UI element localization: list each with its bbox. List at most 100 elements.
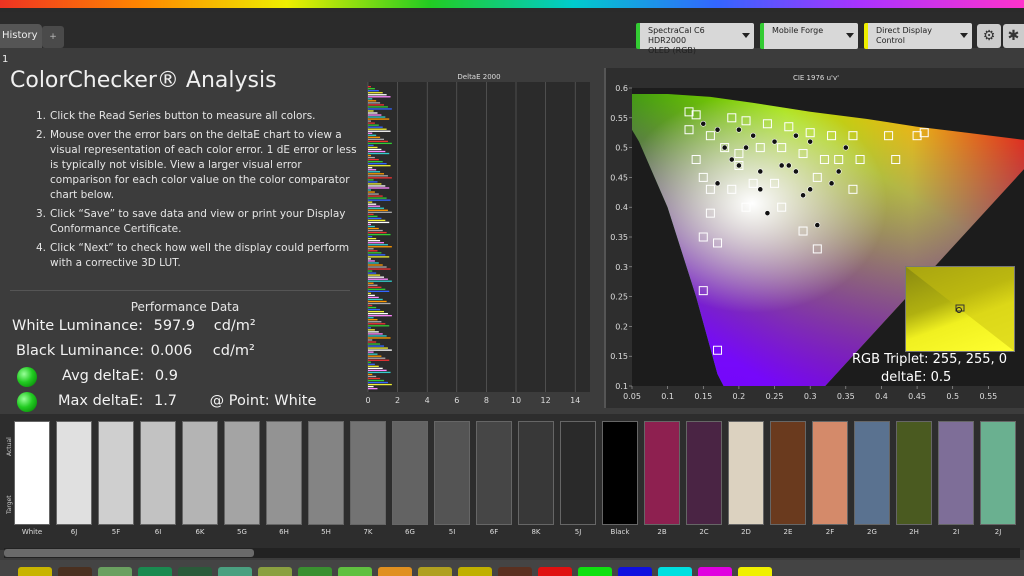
bottom-color-chip[interactable] — [698, 567, 732, 576]
deltae-bar[interactable] — [368, 223, 371, 226]
deltae-bar[interactable] — [368, 345, 385, 347]
deltae-bar[interactable] — [368, 197, 387, 199]
deltae-bar[interactable] — [368, 337, 391, 339]
color-patch[interactable] — [350, 421, 386, 525]
deltae-bar[interactable] — [368, 195, 383, 197]
deltae-bar[interactable] — [368, 156, 375, 159]
add-tab-button[interactable]: + — [42, 26, 64, 48]
deltae-bar[interactable] — [368, 323, 386, 325]
deltae-bar[interactable] — [368, 96, 391, 98]
color-patch[interactable] — [602, 421, 638, 525]
bottom-color-chip[interactable] — [738, 567, 772, 576]
deltae-bar[interactable] — [368, 272, 377, 274]
deltae-bar[interactable] — [368, 359, 390, 361]
deltae-bar[interactable] — [368, 278, 388, 280]
bottom-color-chip[interactable] — [578, 567, 612, 576]
deltae-bar[interactable] — [368, 171, 381, 173]
meter-dropdown[interactable]: SpectraCal C6 HDR2000 OLED (RGB) — [636, 23, 754, 55]
deltae-bar[interactable] — [368, 154, 371, 157]
deltae-bar[interactable] — [368, 177, 392, 179]
deltae-bar[interactable] — [368, 347, 388, 349]
deltae-bar[interactable] — [368, 240, 381, 242]
deltae-bar[interactable] — [368, 235, 373, 238]
deltae-bar[interactable] — [368, 86, 371, 88]
deltae-bar[interactable] — [368, 325, 390, 327]
pattern-source-dropdown[interactable]: Mobile Forge — [760, 23, 858, 49]
deltae-bar[interactable] — [368, 231, 387, 234]
deltae-bar[interactable] — [368, 211, 392, 213]
deltae-bar[interactable] — [368, 118, 390, 120]
deltae-bar[interactable] — [368, 250, 378, 252]
color-patch[interactable] — [560, 421, 596, 525]
deltae-bar[interactable] — [368, 282, 374, 284]
deltae-bar[interactable] — [368, 306, 377, 309]
deltae-bar[interactable] — [368, 280, 392, 282]
deltae-bar[interactable] — [368, 256, 390, 258]
deltae-bar[interactable] — [368, 106, 388, 108]
deltae-bar[interactable] — [368, 209, 388, 211]
deltae-bar[interactable] — [368, 367, 383, 370]
deltae-bar[interactable] — [368, 110, 374, 112]
deltae-bar[interactable] — [368, 179, 374, 181]
deltae-bar[interactable] — [368, 302, 391, 305]
deltae-bar[interactable] — [368, 331, 379, 333]
deltae-chart[interactable]: DeltaE 2000 0 2 4 6 8 10 12 14 — [364, 70, 594, 408]
color-patch[interactable] — [182, 421, 218, 525]
bottom-color-chip[interactable] — [58, 567, 92, 576]
bottom-color-chip[interactable] — [618, 567, 652, 576]
deltae-bar[interactable] — [368, 304, 373, 307]
deltae-bar[interactable] — [368, 274, 381, 276]
deltae-bar[interactable] — [368, 357, 386, 359]
deltae-bar[interactable] — [368, 213, 374, 215]
deltae-bar[interactable] — [368, 94, 387, 96]
deltae-bar[interactable] — [368, 102, 381, 104]
color-patch[interactable] — [854, 421, 890, 525]
bottom-color-chip[interactable] — [498, 567, 532, 576]
deltae-bar[interactable] — [368, 100, 377, 102]
deltae-bar[interactable] — [368, 264, 383, 266]
deltae-bar[interactable] — [368, 276, 385, 278]
color-patch[interactable] — [434, 421, 470, 525]
deltae-bar[interactable] — [368, 329, 375, 331]
color-patch[interactable] — [812, 421, 848, 525]
deltae-bar[interactable] — [368, 341, 377, 343]
bottom-color-chip[interactable] — [378, 567, 412, 576]
deltae-bar[interactable] — [368, 292, 371, 295]
bottom-color-chip[interactable] — [658, 567, 692, 576]
deltae-bar[interactable] — [368, 268, 391, 270]
deltae-bar[interactable] — [368, 365, 379, 367]
deltae-bar[interactable] — [368, 351, 374, 353]
deltae-bar[interactable] — [368, 142, 392, 145]
deltae-bar[interactable] — [368, 150, 386, 153]
deltae-bar[interactable] — [368, 158, 379, 161]
deltae-bar[interactable] — [368, 248, 374, 250]
deltae-bar[interactable] — [368, 215, 378, 218]
tab-history-1[interactable]: History 1 — [0, 24, 42, 65]
deltae-bar[interactable] — [368, 144, 374, 147]
deltae-bar[interactable] — [368, 262, 379, 264]
deltae-bar[interactable] — [368, 173, 385, 175]
deltae-bar[interactable] — [368, 189, 371, 191]
color-patch[interactable] — [308, 421, 344, 525]
deltae-bar[interactable] — [368, 130, 391, 132]
deltae-bar[interactable] — [368, 290, 390, 292]
deltae-bar[interactable] — [368, 361, 371, 363]
color-patch[interactable] — [392, 421, 428, 525]
color-patch[interactable] — [266, 421, 302, 525]
deltae-bar[interactable] — [368, 286, 382, 288]
bottom-color-chip[interactable] — [418, 567, 452, 576]
deltae-bar[interactable] — [368, 128, 387, 130]
deltae-bar[interactable] — [368, 229, 383, 232]
deltae-bar[interactable] — [368, 191, 375, 193]
deltae-bar[interactable] — [368, 284, 378, 286]
deltae-bar[interactable] — [368, 205, 381, 207]
deltae-bar[interactable] — [368, 160, 383, 163]
deltae-bar[interactable] — [368, 116, 386, 118]
deltae-bar[interactable] — [368, 167, 373, 169]
deltae-bar[interactable] — [368, 140, 388, 143]
deltae-bar[interactable] — [368, 108, 392, 110]
deltae-bar[interactable] — [368, 217, 382, 220]
deltae-bar[interactable] — [368, 349, 392, 351]
deltae-bar[interactable] — [368, 379, 385, 382]
deltae-bar[interactable] — [368, 252, 382, 254]
